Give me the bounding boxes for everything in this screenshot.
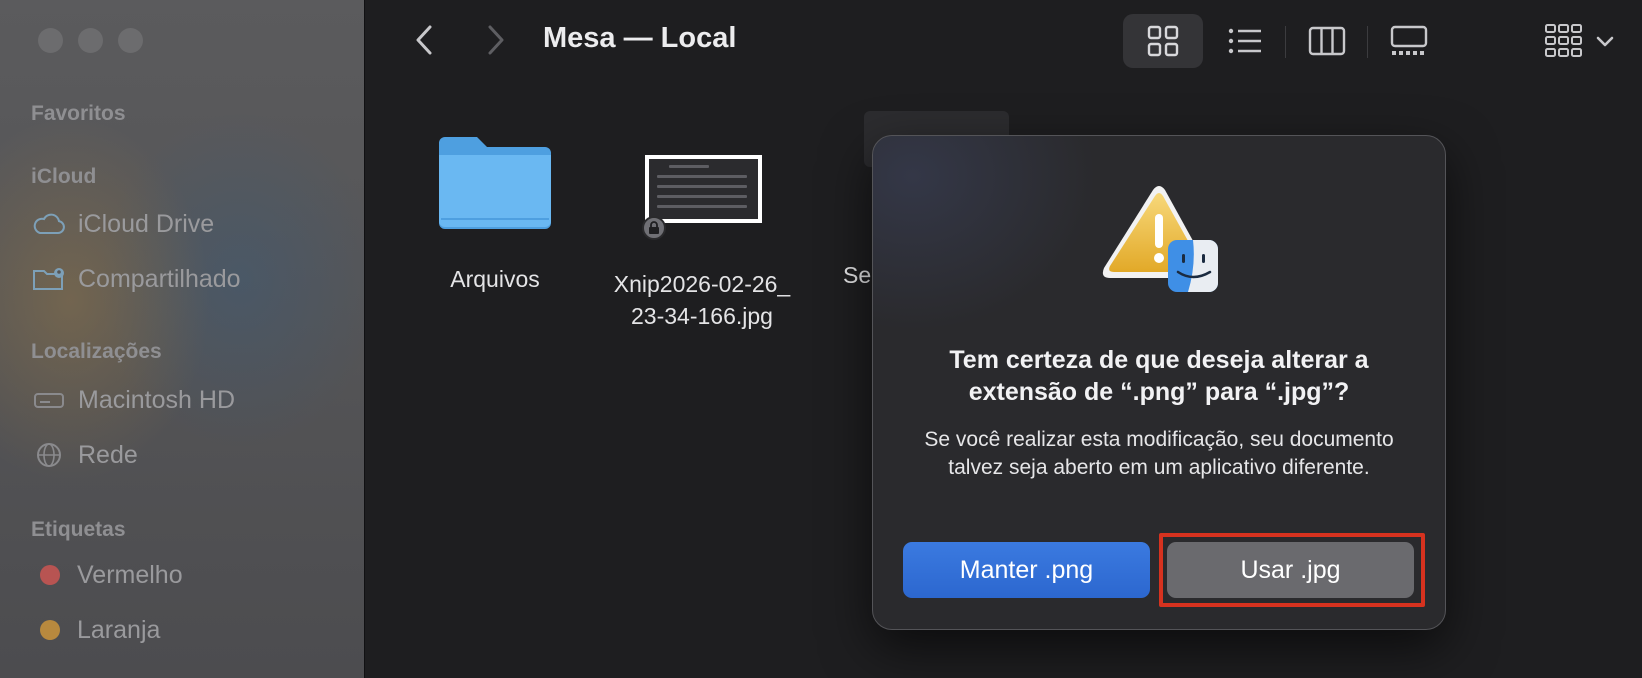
file-name-line-2: 23-34-166.jpg (631, 303, 773, 329)
sidebar-item-network[interactable]: Rede (32, 438, 138, 472)
sidebar: Favoritos iCloud iCloud Drive Compartilh… (0, 0, 365, 678)
dialog-title: Tem certeza de que deseja alterar a exte… (949, 346, 1369, 406)
group-view-button[interactable] (1520, 14, 1640, 68)
list-view-button[interactable] (1205, 14, 1285, 68)
file-item-image[interactable]: Xnip2026-02-26_ 23-34-166.jpg (595, 268, 809, 332)
sidebar-section-tags: Etiquetas (31, 518, 126, 541)
columns-icon (1308, 26, 1346, 56)
rename-extension-dialog: Tem certeza de que deseja alterar a exte… (872, 135, 1446, 630)
use-jpg-button[interactable]: Usar .jpg (1167, 542, 1414, 598)
file-name-line-1: Xnip2026-02-26_ (613, 271, 791, 297)
back-button[interactable] (410, 22, 440, 58)
grid-icon (1147, 25, 1179, 57)
toolbar: Mesa — Local (365, 0, 1642, 82)
sidebar-item-label: Rede (78, 440, 138, 469)
column-view-button[interactable] (1287, 14, 1367, 68)
gallery-view-button[interactable] (1369, 14, 1449, 68)
sidebar-item-label: Macintosh HD (78, 385, 235, 414)
screenshot-preview (649, 159, 758, 219)
sidebar-item-macintosh-hd[interactable]: Macintosh HD (32, 383, 235, 417)
group-grid-icon (1545, 24, 1582, 57)
folder-icon (439, 137, 551, 229)
finder-window: Favoritos iCloud iCloud Drive Compartilh… (0, 0, 1642, 678)
file-item-folder[interactable]: Arquivos (425, 133, 565, 295)
file-name: Arquivos (450, 266, 540, 292)
chevron-left-icon (416, 25, 432, 55)
list-icon (1228, 28, 1261, 54)
sidebar-item-label: Vermelho (77, 560, 183, 589)
toolbar-divider (1285, 26, 1286, 58)
sidebar-item-label: Compartilhado (78, 264, 241, 293)
hard-drive-icon (32, 389, 66, 411)
forward-button[interactable] (480, 22, 510, 58)
image-thumbnail[interactable] (645, 155, 762, 223)
lock-icon (642, 216, 666, 240)
sidebar-tag-orange[interactable]: Laranja (32, 613, 160, 647)
network-globe-icon (32, 441, 66, 469)
sidebar-section-icloud: iCloud (31, 165, 97, 188)
sidebar-section-locations: Localizações (31, 340, 162, 363)
toolbar-divider (1367, 26, 1368, 58)
warning-finder-icon (1102, 186, 1218, 292)
close-window-button[interactable] (38, 28, 63, 53)
zoom-window-button[interactable] (118, 28, 143, 53)
sidebar-tag-red[interactable]: Vermelho (32, 558, 183, 592)
minimize-window-button[interactable] (78, 28, 103, 53)
sidebar-item-label: iCloud Drive (78, 209, 215, 238)
window-controls (38, 28, 143, 53)
gallery-icon (1390, 25, 1428, 55)
file-name-partial: Se (843, 262, 872, 288)
dialog-message: Se você realizar esta modificação, seu d… (924, 428, 1394, 479)
window-title: Mesa — Local (543, 22, 737, 54)
icon-view-button[interactable] (1123, 14, 1203, 68)
shared-folder-icon (32, 266, 66, 292)
chevron-right-icon (488, 25, 504, 55)
sidebar-section-favorites: Favoritos (31, 102, 126, 125)
sidebar-item-label: Laranja (77, 615, 161, 644)
sidebar-item-shared[interactable]: Compartilhado (32, 262, 241, 296)
sidebar-item-icloud-drive[interactable]: iCloud Drive (32, 207, 214, 241)
tag-color-dot (40, 620, 60, 640)
chevron-down-icon (1596, 36, 1614, 47)
keep-png-button[interactable]: Manter .png (903, 542, 1150, 598)
tag-color-dot (40, 565, 60, 585)
cloud-icon (32, 212, 66, 236)
